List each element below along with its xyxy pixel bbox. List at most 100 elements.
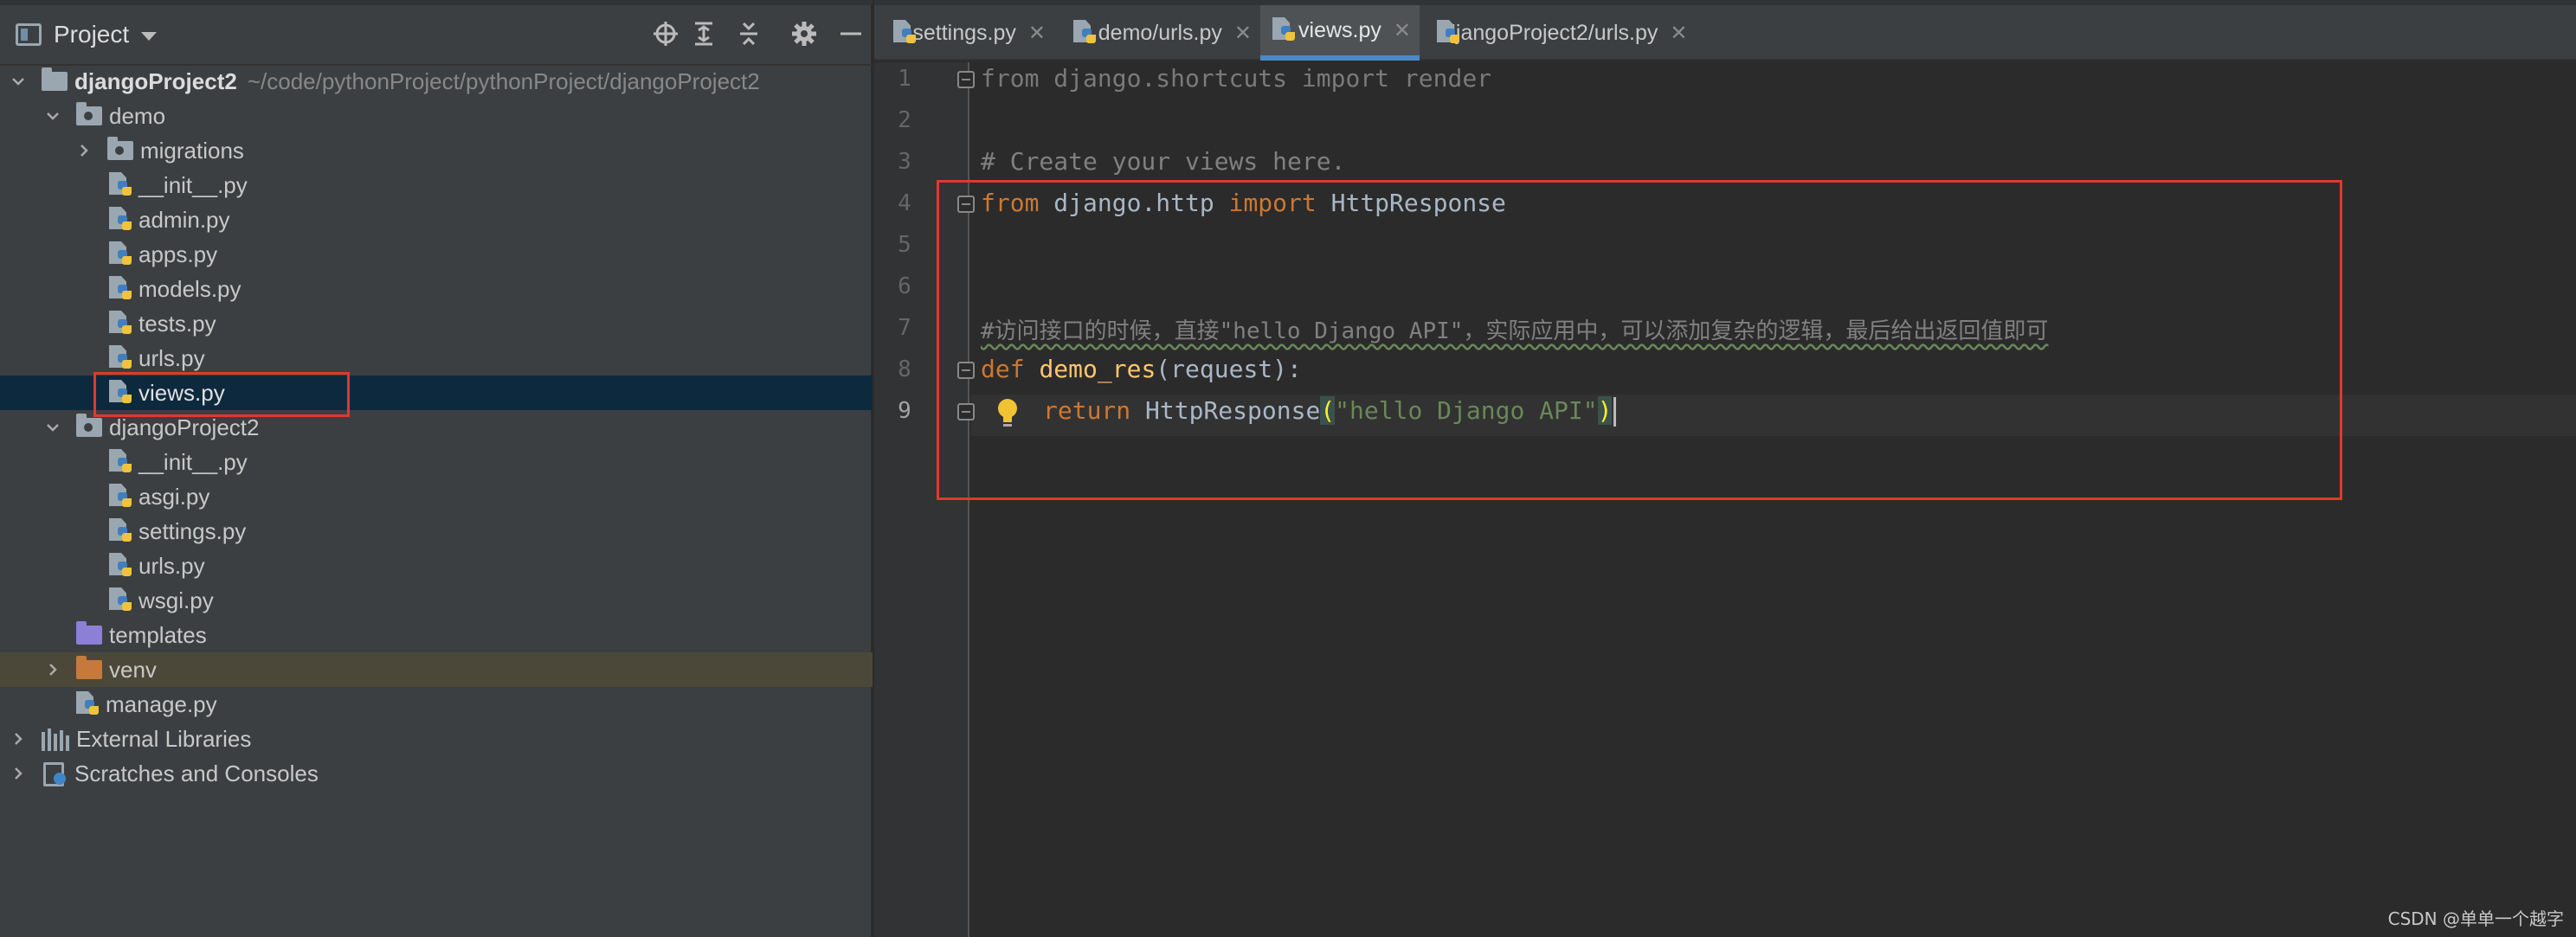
package-icon	[76, 414, 102, 437]
code-line-8[interactable]: def demo_res(request):	[981, 355, 1302, 383]
tab-demo-urls[interactable]: demo/urls.py ✕	[1061, 5, 1260, 61]
tree-item-label: admin.py	[138, 206, 230, 233]
tree-item-label: asgi.py	[138, 483, 210, 510]
tree-item-file[interactable]: __init__.py	[0, 168, 873, 202]
tree-item-label: Scratches and Consoles	[74, 760, 319, 786]
tree-item-demo[interactable]: demo	[0, 99, 873, 133]
project-panel-title[interactable]: Project	[54, 21, 129, 48]
tree-item-root[interactable]: djangoProject2 ~/code/pythonProject/pyth…	[0, 64, 873, 99]
tree-item-label: wsgi.py	[138, 587, 214, 613]
code-line-1[interactable]: from django.shortcuts import render	[981, 64, 1491, 93]
tree-item-label: __init__.py	[138, 171, 248, 198]
chevron-down-icon[interactable]	[141, 32, 158, 41]
tree-item-file[interactable]: models.py	[0, 272, 873, 306]
python-file-icon	[109, 449, 133, 475]
chevron-down-icon[interactable]	[43, 99, 62, 133]
chevron-down-icon[interactable]	[9, 64, 28, 99]
code-line-9[interactable]: return HttpResponse("hello Django API")	[1043, 396, 1617, 427]
tab-label: views.py	[1298, 17, 1381, 42]
tree-item-file[interactable]: admin.py	[0, 202, 873, 237]
lightbulb-icon[interactable]	[995, 396, 1021, 431]
tree-item-label: urls.py	[138, 344, 205, 371]
line-number-current: 9	[898, 398, 911, 424]
python-file-icon	[109, 553, 133, 579]
tab-label: djangoProject2/urls.py	[1444, 20, 1658, 45]
templates-folder-icon	[76, 621, 102, 645]
tree-item-label: urls.py	[138, 552, 205, 579]
code-call: HttpResponse	[1130, 396, 1321, 425]
close-icon[interactable]: ✕	[1670, 21, 1687, 46]
folder-icon	[42, 67, 68, 91]
tree-item-venv[interactable]: venv	[0, 652, 873, 687]
chevron-right-icon[interactable]	[9, 756, 28, 791]
fold-marker-icon[interactable]	[957, 362, 975, 379]
tree-item-label: views.py	[138, 379, 225, 406]
chevron-down-icon[interactable]	[43, 410, 62, 445]
fold-marker-icon[interactable]	[957, 403, 975, 420]
tree-item-file[interactable]: urls.py	[0, 341, 873, 375]
locate-icon[interactable]	[651, 19, 680, 48]
chevron-right-icon[interactable]	[74, 133, 93, 168]
line-number: 6	[898, 273, 911, 299]
project-icon	[16, 23, 42, 46]
code-line-7[interactable]: #访问接口的时候，直接"hello Django API"，实际应用中，可以添加…	[981, 313, 2048, 345]
gear-icon[interactable]	[789, 19, 819, 48]
python-file-icon	[109, 311, 133, 337]
tab-settings[interactable]: settings.py ✕	[881, 5, 1054, 61]
tree-item-templates[interactable]: templates	[0, 618, 873, 652]
tree-item-label: templates	[109, 621, 207, 648]
code-line-3[interactable]: # Create your views here.	[981, 147, 1345, 176]
python-file-icon	[109, 241, 133, 267]
python-file-icon	[1272, 17, 1295, 43]
tree-item-file[interactable]: tests.py	[0, 306, 873, 341]
tree-item-file[interactable]: asgi.py	[0, 479, 873, 514]
python-file-icon	[109, 518, 133, 544]
fold-marker-icon[interactable]	[957, 71, 975, 88]
code-paren: (	[1320, 396, 1336, 425]
tree-item-label: tests.py	[138, 310, 216, 337]
tree-item-scratches[interactable]: Scratches and Consoles	[0, 756, 873, 791]
tree-item-file[interactable]: manage.py	[0, 687, 873, 722]
code-params: (request):	[1156, 355, 1302, 383]
tree-item-file[interactable]: settings.py	[0, 514, 873, 549]
tree-item-external-libraries[interactable]: External Libraries	[0, 722, 873, 756]
close-icon[interactable]: ✕	[1234, 21, 1252, 46]
tree-item-file[interactable]: wsgi.py	[0, 583, 873, 618]
expand-all-icon[interactable]	[689, 19, 718, 48]
tree-item-file[interactable]: apps.py	[0, 237, 873, 272]
package-icon	[76, 102, 102, 125]
tree-item-label: migrations	[140, 137, 244, 164]
python-file-icon	[76, 691, 100, 717]
collapse-all-icon[interactable]	[734, 19, 763, 48]
code-line-4[interactable]: from django.http import HttpResponse	[981, 189, 1506, 217]
fold-marker-icon[interactable]	[957, 196, 975, 213]
line-number: 2	[898, 107, 911, 133]
tree-item-label: apps.py	[138, 241, 218, 267]
tree-item-label: models.py	[138, 275, 242, 302]
line-number: 4	[898, 190, 911, 216]
watermark: CSDN @单单一个越字	[2387, 908, 2564, 929]
code-module: django.shortcuts	[1039, 64, 1302, 93]
tree-item-views-selected[interactable]: views.py	[0, 375, 873, 410]
python-file-icon	[109, 345, 133, 371]
chevron-right-icon[interactable]	[9, 722, 28, 756]
tab-views[interactable]: views.py ✕	[1260, 5, 1420, 61]
tree-item-migrations[interactable]: migrations	[0, 133, 873, 168]
tab-djangoproject2-urls[interactable]: djangoProject2/urls.py ✕	[1425, 5, 1693, 61]
close-icon[interactable]: ✕	[1028, 21, 1046, 46]
tree-item-file[interactable]: __init__.py	[0, 445, 873, 479]
tree-item-label: venv	[109, 656, 157, 683]
python-file-icon	[109, 484, 133, 510]
code-keyword: import	[1301, 64, 1390, 93]
scratches-icon	[42, 761, 69, 786]
close-icon[interactable]: ✕	[1394, 18, 1411, 43]
minimize-icon[interactable]	[836, 19, 866, 48]
chevron-right-icon[interactable]	[43, 652, 62, 687]
tab-label: demo/urls.py	[1098, 20, 1222, 45]
tree-item-file[interactable]: urls.py	[0, 549, 873, 583]
python-file-icon	[109, 276, 133, 302]
code-keyword: def	[981, 355, 1025, 383]
code-name: HttpResponse	[1316, 189, 1506, 217]
line-number: 1	[898, 66, 911, 92]
tree-item-djangoproject2-pkg[interactable]: djangoProject2	[0, 410, 873, 445]
